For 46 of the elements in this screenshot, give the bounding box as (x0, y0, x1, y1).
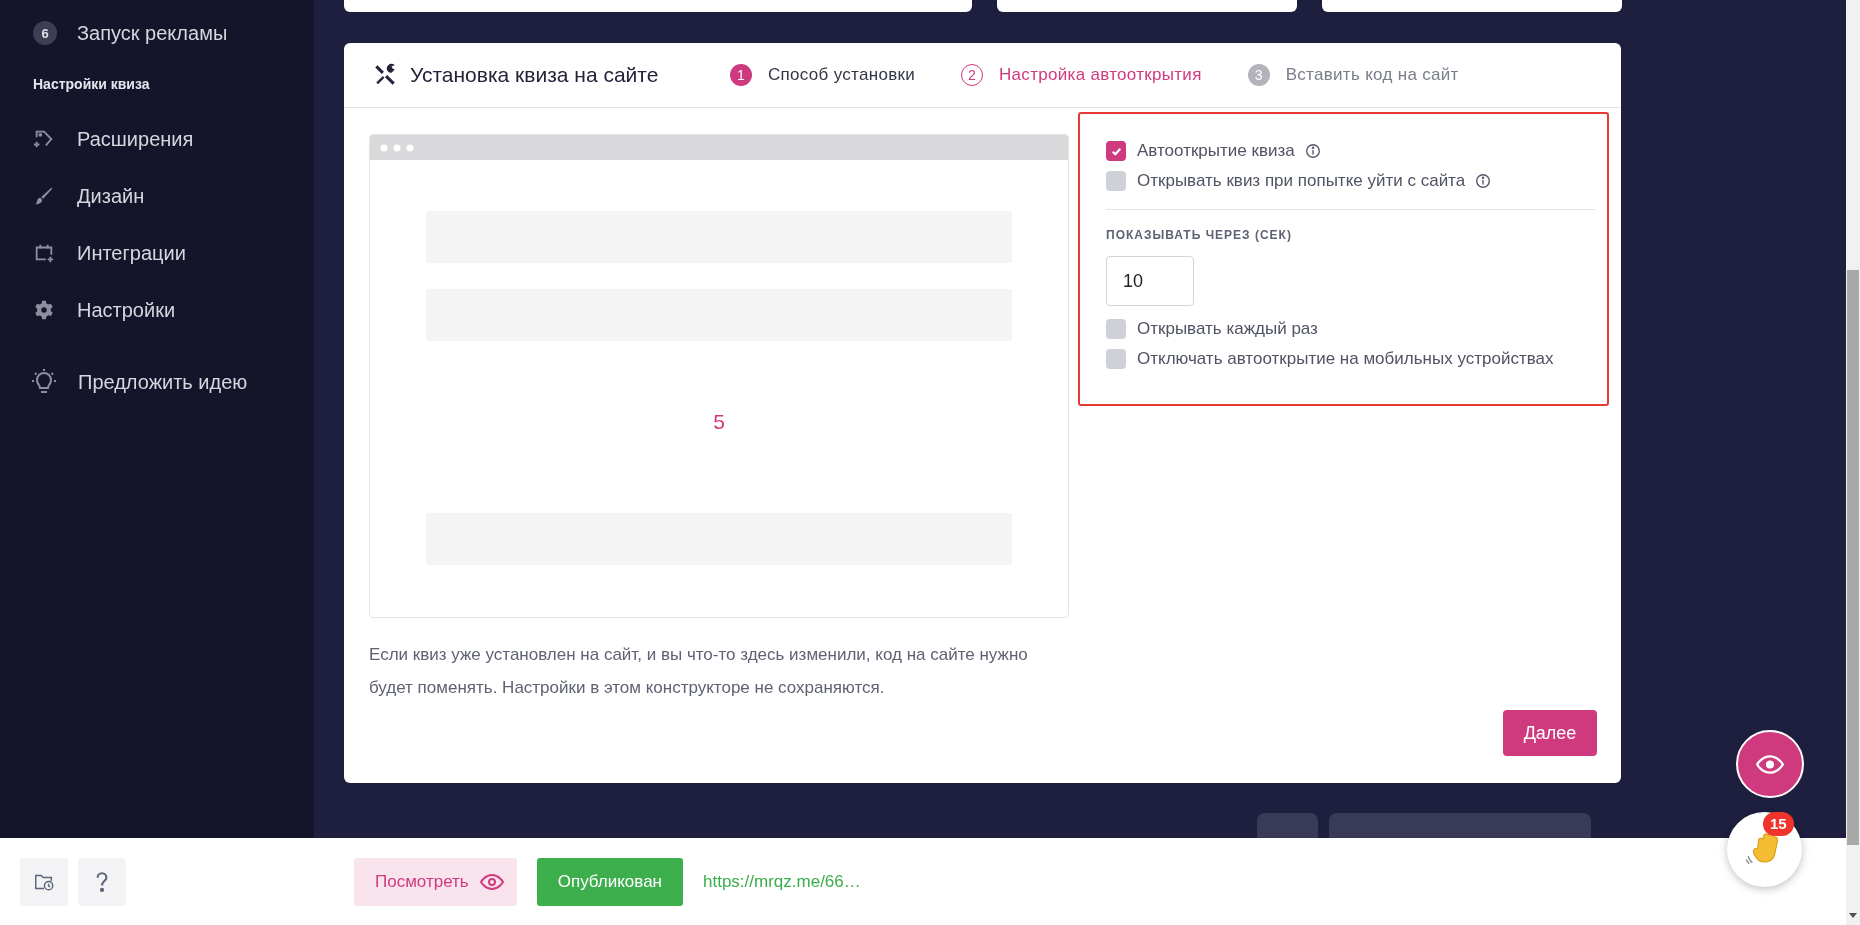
checkbox-label[interactable]: Отключать автооткрытие на мобильных устройствах (1137, 349, 1554, 369)
note-text: Если квиз уже установлен на сайт, и вы что-то здесь изменили, код на сайте нужно будет поменять. Настройки в этом конструкторе не сохраняются. (369, 644, 1029, 699)
sidebar-item[interactable]: Запуск рекламы (77, 21, 228, 45)
delay-input[interactable]: 10 (1106, 256, 1194, 306)
info-icon[interactable] (1475, 173, 1492, 189)
checkbox-label[interactable]: Открывать квиз при попытке уйти с сайта (1137, 171, 1466, 191)
checkbox[interactable] (1106, 171, 1126, 191)
scrollbar-thumb[interactable] (1847, 270, 1859, 845)
checkbox-label[interactable]: Открывать каждый раз (1137, 319, 1318, 339)
step-number: 3 (1247, 64, 1270, 86)
tools-icon (372, 62, 398, 88)
checkbox[interactable] (1106, 349, 1126, 369)
sidebar-item[interactable]: Интеграции (77, 241, 186, 265)
field-label: ПОКАЗЫВАТЬ ЧЕРЕЗ (СЕК) (1106, 228, 1293, 242)
card-title: Установка квиза на сайте (410, 63, 659, 87)
tag-plus-icon (33, 128, 55, 150)
gear-icon (33, 299, 55, 321)
sidebar-item[interactable]: Расширения (77, 127, 194, 151)
scrollbar[interactable] (1846, 0, 1860, 925)
step-label[interactable]: Вставить код на сайт (1285, 65, 1459, 85)
dots-icon (380, 143, 414, 152)
step-number-badge: 6 (33, 21, 57, 45)
calendar-plus-icon (33, 242, 55, 264)
notification-badge: 15 (1763, 812, 1794, 836)
step-label[interactable]: Способ установки (768, 65, 915, 85)
help-button[interactable] (78, 857, 126, 906)
brush-icon (33, 185, 55, 207)
next-button[interactable]: Далее (1503, 710, 1597, 756)
preview-button[interactable]: Посмотреть (354, 857, 517, 906)
help-icon (95, 870, 109, 893)
lightbulb-icon (30, 368, 58, 396)
sidebar-item[interactable]: Предложить идею (78, 370, 248, 394)
step-label[interactable]: Настройка автооткрытия (999, 65, 1202, 85)
step-number: 1 (730, 64, 752, 86)
info-icon[interactable] (1304, 143, 1321, 159)
scroll-down-icon[interactable] (1848, 913, 1858, 919)
checkbox[interactable] (1106, 141, 1126, 161)
history-button[interactable] (20, 857, 68, 906)
eye-icon (479, 873, 504, 890)
preview-number: 5 (713, 409, 725, 435)
sidebar-item[interactable]: Дизайн (77, 184, 145, 208)
section-heading: Настройки квиза (33, 76, 151, 92)
sidebar-item[interactable]: Настройки (77, 298, 176, 322)
checkbox-label[interactable]: Автооткрытие квиза (1137, 141, 1295, 161)
eye-icon (1756, 754, 1784, 774)
checkbox[interactable] (1106, 319, 1126, 339)
